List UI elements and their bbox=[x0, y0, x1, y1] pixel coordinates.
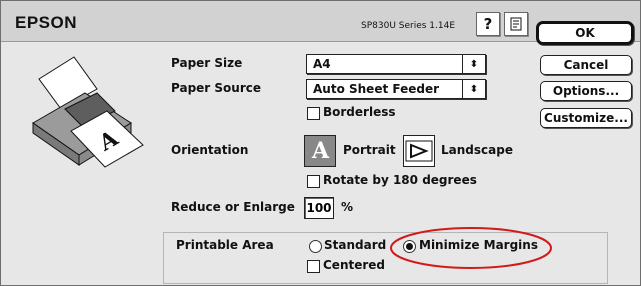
help-button[interactable]: ? bbox=[476, 12, 500, 36]
printer-illustration: A bbox=[32, 56, 144, 168]
cancel-button[interactable]: Cancel bbox=[540, 55, 632, 75]
brand-logo: EPSON bbox=[15, 13, 78, 32]
percent-unit: % bbox=[341, 200, 354, 214]
highlight-annotation bbox=[390, 227, 552, 269]
centered-checkbox[interactable] bbox=[307, 260, 320, 273]
orientation-label: Orientation bbox=[171, 143, 249, 157]
customize-button[interactable]: Customize... bbox=[540, 108, 632, 128]
reduce-enlarge-value: 100 bbox=[306, 201, 332, 215]
paper-source-select[interactable]: Auto Sheet Feeder ⬍ bbox=[306, 79, 486, 99]
portrait-icon: A bbox=[312, 138, 330, 164]
portrait-label: Portrait bbox=[343, 143, 396, 157]
printer-settings-button[interactable] bbox=[504, 12, 528, 36]
reduce-enlarge-label: Reduce or Enlarge bbox=[171, 200, 295, 214]
paper-size-value: A4 bbox=[313, 57, 331, 71]
select-arrows-icon: ⬍ bbox=[462, 55, 485, 73]
page-setup-dialog: EPSON SP830U Series 1.14E ? A Paper Size… bbox=[0, 0, 641, 286]
options-button[interactable]: Options... bbox=[540, 81, 632, 101]
rotate-180-label: Rotate by 180 degrees bbox=[323, 173, 477, 187]
paper-size-select[interactable]: A4 ⬍ bbox=[306, 54, 486, 74]
select-arrows-icon: ⬍ bbox=[462, 80, 485, 98]
centered-label: Centered bbox=[323, 258, 386, 272]
printable-area-label: Printable Area bbox=[176, 238, 274, 252]
paper-source-value: Auto Sheet Feeder bbox=[313, 82, 439, 96]
borderless-label: Borderless bbox=[323, 105, 396, 119]
help-icon: ? bbox=[483, 15, 493, 33]
landscape-icon bbox=[405, 140, 433, 162]
standard-radio[interactable] bbox=[309, 240, 322, 253]
standard-label: Standard bbox=[324, 238, 387, 252]
reduce-enlarge-input[interactable]: 100 bbox=[304, 197, 334, 219]
printer-settings-icon bbox=[510, 17, 522, 31]
landscape-option[interactable] bbox=[403, 135, 435, 167]
model-version-text: SP830U Series 1.14E bbox=[361, 21, 456, 31]
ok-button[interactable]: OK bbox=[536, 21, 634, 45]
borderless-checkbox[interactable] bbox=[307, 107, 320, 120]
portrait-option[interactable]: A bbox=[304, 135, 336, 167]
paper-source-label: Paper Source bbox=[171, 81, 261, 95]
landscape-label: Landscape bbox=[441, 143, 513, 157]
paper-size-label: Paper Size bbox=[171, 56, 243, 70]
rotate-180-checkbox[interactable] bbox=[307, 175, 320, 188]
